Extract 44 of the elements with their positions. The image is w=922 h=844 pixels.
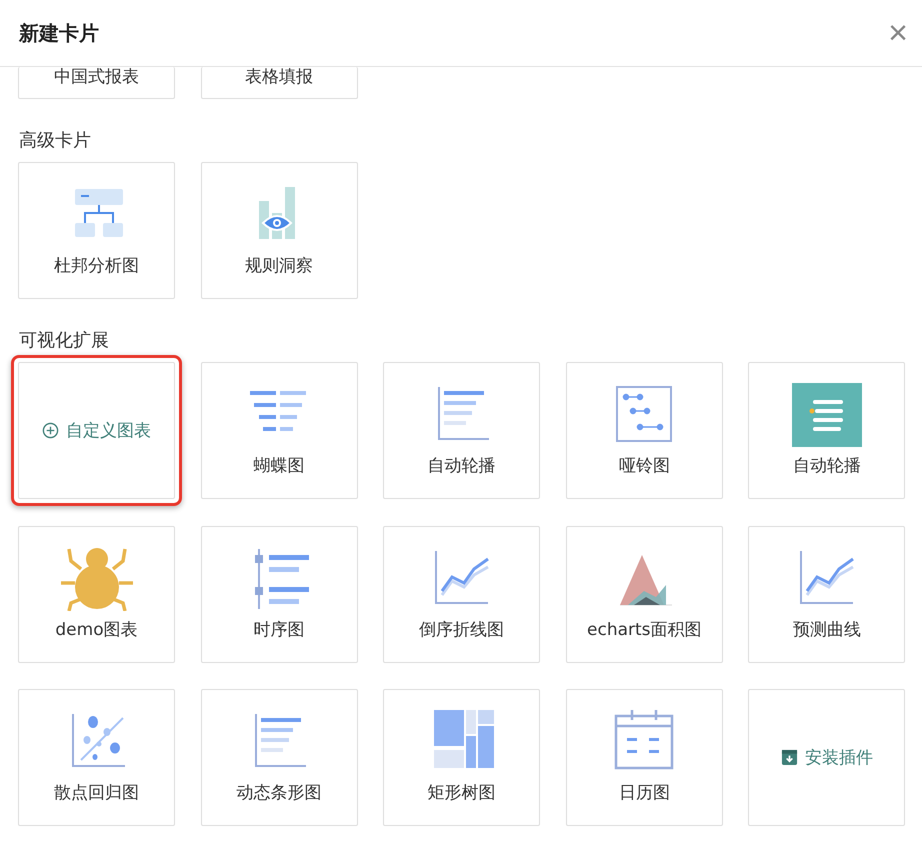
chart-card[interactable]: 规则洞察: [200, 162, 358, 299]
card-label: 蝴蝶图: [254, 455, 305, 477]
chart-card[interactable]: 散点回归图: [18, 689, 175, 826]
card-label: demo图表: [55, 618, 138, 640]
chart-card[interactable]: 哑铃图: [566, 362, 723, 499]
card-label: 动态条形图: [236, 782, 322, 804]
section-title: 可视化扩展: [19, 330, 110, 352]
card-label: 倒序折线图: [419, 618, 504, 640]
chart-card[interactable]: 预测曲线: [748, 526, 906, 662]
card-label: 时序图: [254, 618, 305, 640]
card-label: 矩形树图: [428, 782, 496, 804]
chart-card[interactable]: 中国式报表: [18, 67, 175, 99]
chart-card[interactable]: echarts面积图: [566, 526, 723, 662]
card-label: 自定义图表: [66, 420, 151, 442]
chart-card[interactable]: 日历图: [566, 689, 723, 826]
chart-card[interactable]: 倒序折线图: [383, 526, 540, 662]
chart-card[interactable]: 杜邦分析图: [18, 162, 175, 299]
card-label: 自动轮播: [428, 455, 496, 477]
chart-card[interactable]: 蝴蝶图: [200, 362, 358, 499]
dialog-title: 新建卡片: [19, 20, 99, 46]
card-label: 哑铃图: [618, 455, 670, 477]
close-button[interactable]: ×: [884, 16, 912, 50]
chart-card[interactable]: 自动轮播: [383, 362, 540, 499]
chart-card[interactable]: 表格填报: [200, 67, 358, 99]
card-label: 自动轮播: [792, 455, 861, 477]
card-label: echarts面积图: [587, 618, 702, 640]
section-title: 高级卡片: [19, 130, 92, 152]
chart-card[interactable]: demo图表: [18, 526, 175, 662]
chart-card[interactable]: 自定义图表: [18, 362, 175, 499]
card-label: 中国式报表: [54, 67, 139, 88]
card-label: 日历图: [618, 782, 670, 804]
card-label: 规则洞察: [245, 255, 314, 277]
card-label: 安装插件: [804, 747, 873, 769]
card-label: 表格填报: [245, 67, 314, 88]
download-box-icon: [780, 749, 798, 766]
card-label: 杜邦分析图: [54, 255, 139, 277]
add-icon: [42, 422, 59, 439]
chart-card[interactable]: 时序图: [200, 526, 358, 662]
card-label: 散点回归图: [54, 782, 139, 804]
card-label: 预测曲线: [792, 618, 861, 640]
chart-card[interactable]: 矩形树图: [383, 689, 540, 826]
chart-card[interactable]: 动态条形图: [200, 689, 358, 826]
chart-card[interactable]: 安装插件: [748, 689, 906, 826]
chart-card[interactable]: 自动轮播: [748, 362, 906, 499]
